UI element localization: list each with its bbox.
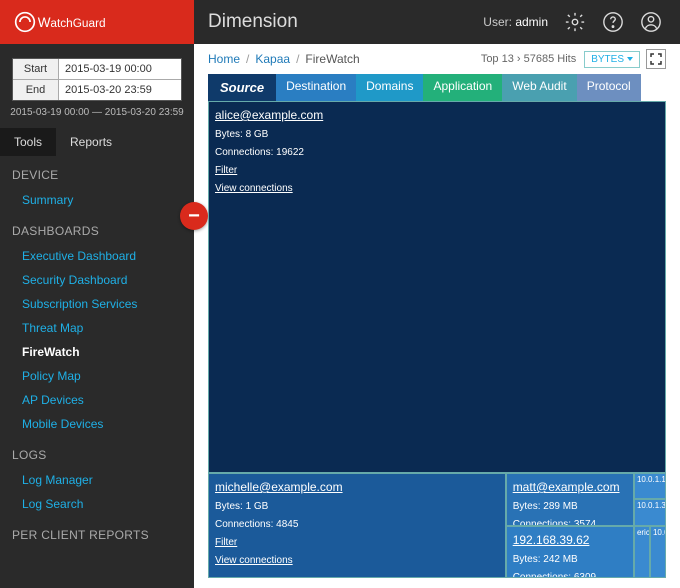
nav-threat-map[interactable]: Threat Map: [0, 316, 194, 340]
date-range-box: Start 2015-03-19 00:00 End 2015-03-20 23…: [12, 58, 182, 101]
date-end-value[interactable]: 2015-03-20 23:59: [59, 80, 181, 100]
treemap-cell-alice[interactable]: alice@example.com Bytes: 8 GB Connection…: [208, 101, 666, 473]
cell-bytes: Bytes: 242 MB: [513, 554, 578, 565]
svg-text:W: W: [38, 15, 51, 30]
help-icon: [602, 11, 624, 33]
watchguard-logo-icon: W atchGuard: [14, 11, 158, 33]
section-dashboards: DASHBOARDS: [0, 212, 194, 244]
date-start-label: Start: [13, 59, 59, 79]
svg-text:atchGuard: atchGuard: [50, 16, 105, 30]
sidebar-tabs: Tools Reports: [0, 128, 194, 156]
cell-view-link[interactable]: View connections: [215, 555, 293, 566]
top-bar: W atchGuard Dimension User: admin: [0, 0, 680, 44]
treemap: alice@example.com Bytes: 8 GB Connection…: [208, 101, 666, 578]
section-device: DEVICE: [0, 156, 194, 188]
hits-info: Top 13 › 57685 Hits: [481, 53, 576, 65]
cell-bytes: Bytes: 8 GB: [215, 129, 268, 140]
section-per-client: PER CLIENT REPORTS: [0, 516, 194, 548]
nav-executive-dashboard[interactable]: Executive Dashboard: [0, 244, 194, 268]
settings-button[interactable]: [560, 7, 590, 37]
cell-view-link[interactable]: View connections: [215, 183, 293, 194]
help-button[interactable]: [598, 7, 628, 37]
cell-connections: Connections: 19622: [215, 147, 304, 158]
breadcrumb-current: FireWatch: [305, 52, 359, 66]
treemap-cell-tiny1[interactable]: 10.0.1.1: [634, 473, 666, 499]
nav-mobile-devices[interactable]: Mobile Devices: [0, 412, 194, 436]
breadcrumb-home[interactable]: Home: [208, 52, 240, 66]
tab-tools[interactable]: Tools: [0, 128, 56, 156]
nav-summary[interactable]: Summary: [0, 188, 194, 212]
breadcrumb-bar: Home / Kapaa / FireWatch Top 13 › 57685 …: [194, 44, 680, 74]
user-label: User: admin: [483, 15, 548, 29]
section-logs: LOGS: [0, 436, 194, 468]
treemap-cell-tiny3[interactable]: eric: [634, 526, 650, 578]
view-tabs: Source Destination Domains Application W…: [208, 74, 666, 101]
nav-security-dashboard[interactable]: Security Dashboard: [0, 268, 194, 292]
tab-domains[interactable]: Domains: [356, 74, 423, 101]
nav-log-search[interactable]: Log Search: [0, 492, 194, 516]
nav-firewatch[interactable]: FireWatch: [0, 340, 194, 364]
treemap-cell-matt[interactable]: matt@example.com Bytes: 289 MB Connectio…: [506, 473, 634, 525]
cell-filter-link[interactable]: Filter: [215, 537, 237, 548]
cell-connections: Connections: 4845: [215, 519, 298, 530]
treemap-cell-tiny2[interactable]: 10.0.1.3: [634, 499, 666, 525]
cell-title: matt@example.com: [513, 480, 620, 494]
nav-policy-map[interactable]: Policy Map: [0, 364, 194, 388]
treemap-cell-michelle[interactable]: michelle@example.com Bytes: 1 GB Connect…: [208, 473, 506, 578]
fullscreen-button[interactable]: [646, 49, 666, 69]
nav-subscription-services[interactable]: Subscription Services: [0, 292, 194, 316]
expand-icon: [650, 53, 662, 65]
cell-filter-link[interactable]: Filter: [215, 165, 237, 176]
app-name: Dimension: [208, 11, 298, 33]
cell-bytes: Bytes: 1 GB: [215, 501, 268, 512]
cell-bytes: Bytes: 289 MB: [513, 501, 578, 512]
date-range-caption: 2015-03-19 00:00 — 2015-03-20 23:59: [0, 107, 194, 118]
brand-logo: W atchGuard: [0, 0, 194, 44]
date-start-value[interactable]: 2015-03-19 00:00: [59, 59, 181, 79]
user-icon: [640, 11, 662, 33]
tab-destination[interactable]: Destination: [276, 74, 356, 101]
tab-protocol[interactable]: Protocol: [577, 74, 641, 101]
nav-log-manager[interactable]: Log Manager: [0, 468, 194, 492]
tab-web-audit[interactable]: Web Audit: [502, 74, 576, 101]
treemap-cell-tiny4[interactable]: 10.0.: [650, 526, 666, 578]
collapse-sidebar-button[interactable]: −: [180, 202, 208, 230]
treemap-cell-ip[interactable]: 192.168.39.62 Bytes: 242 MB Connections:…: [506, 526, 634, 578]
gear-icon: [564, 11, 586, 33]
main-content: Home / Kapaa / FireWatch Top 13 › 57685 …: [194, 44, 680, 588]
breadcrumb-mid[interactable]: Kapaa: [255, 52, 290, 66]
nav-ap-devices[interactable]: AP Devices: [0, 388, 194, 412]
sidebar: Start 2015-03-19 00:00 End 2015-03-20 23…: [0, 44, 194, 588]
account-button[interactable]: [636, 7, 666, 37]
tab-reports[interactable]: Reports: [56, 128, 126, 156]
cell-title: michelle@example.com: [215, 480, 343, 494]
tab-application[interactable]: Application: [423, 74, 502, 101]
bytes-dropdown[interactable]: BYTES: [584, 51, 640, 68]
cell-connections: Connections: 6309: [513, 572, 596, 578]
tab-source[interactable]: Source: [208, 74, 276, 101]
date-end-label: End: [13, 80, 59, 100]
cell-title: 192.168.39.62: [513, 533, 590, 547]
cell-title: alice@example.com: [215, 108, 323, 122]
